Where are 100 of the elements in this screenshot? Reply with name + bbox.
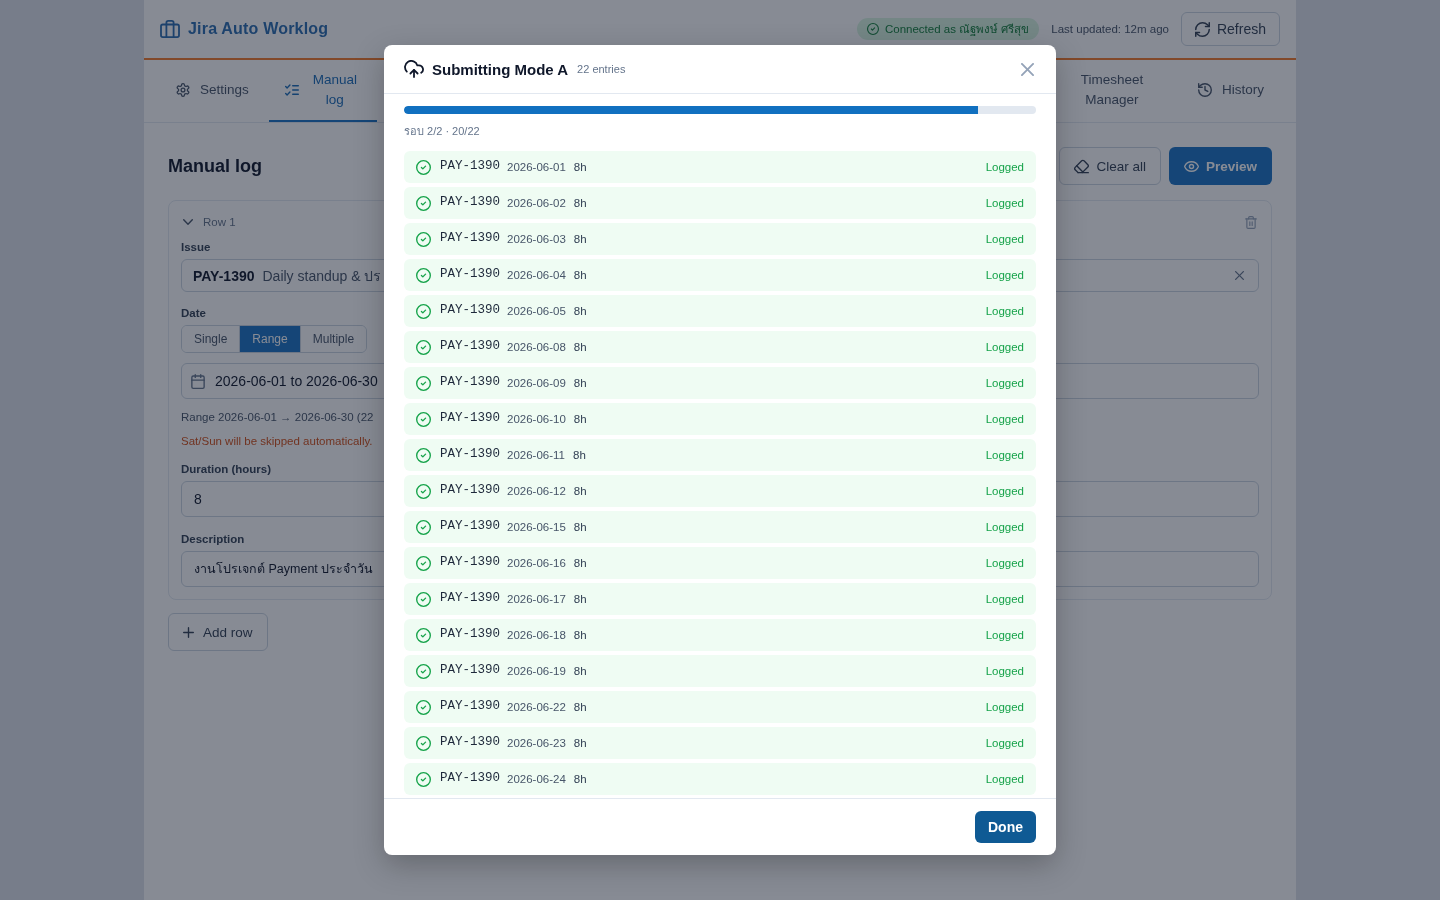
range-hint: Range 2026-06-01 → 2026-06-30 (22 bbox=[181, 410, 374, 424]
entry-hours: 8h bbox=[573, 269, 587, 281]
entry-issue-key: PAY-1390 bbox=[440, 159, 500, 173]
entry-issue-key: PAY-1390 bbox=[440, 519, 500, 533]
entry-hours: 8h bbox=[573, 197, 587, 209]
entry-status: Logged bbox=[985, 737, 1024, 749]
entry-hours: 8h bbox=[573, 485, 587, 497]
entry-date: 2026-06-10 bbox=[507, 413, 566, 425]
field-label: Duration (hours) bbox=[181, 462, 272, 476]
entry-status: Logged bbox=[985, 305, 1024, 317]
nav-tab[interactable]: History bbox=[1182, 60, 1280, 122]
field-label: Description bbox=[181, 532, 245, 546]
delete-row-button[interactable] bbox=[1245, 215, 1257, 229]
entry-hours: 8h bbox=[573, 161, 587, 173]
entry-issue-key: PAY-1390 bbox=[440, 303, 500, 317]
entry-date: 2026-06-24 bbox=[507, 773, 566, 785]
field-label: Issue bbox=[181, 240, 211, 254]
entry-hours: 8h bbox=[573, 449, 586, 461]
entry-status: Logged bbox=[985, 701, 1024, 713]
refresh-button[interactable]: Refresh bbox=[1180, 12, 1280, 46]
date-range-value: 2026-06-01 to 2026-06-30 bbox=[215, 373, 378, 389]
date-mode-option[interactable]: Multiple bbox=[299, 326, 367, 352]
eraser-icon bbox=[1074, 158, 1090, 174]
done-button[interactable]: Done bbox=[975, 811, 1036, 843]
clear-all-button[interactable]: Clear all bbox=[1059, 147, 1161, 185]
entry-date: 2026-06-02 bbox=[507, 197, 566, 209]
entry-hours: 8h bbox=[573, 737, 587, 749]
entry-hours: 8h bbox=[573, 557, 587, 569]
entry-hours: 8h bbox=[573, 593, 587, 605]
entry-status: Logged bbox=[985, 593, 1024, 605]
date-mode-option[interactable]: Range bbox=[239, 326, 300, 352]
last-updated-text: Last updated: 12m ago bbox=[1051, 23, 1169, 35]
progress-caption: รอบ 2/2 · 20/22 bbox=[404, 124, 480, 139]
entry-hours: 8h bbox=[573, 773, 587, 785]
nav-tab[interactable]: Manual log bbox=[268, 60, 377, 122]
entry-status: Logged bbox=[985, 449, 1024, 461]
entry-hours: 8h bbox=[573, 629, 587, 641]
entry-status: Logged bbox=[985, 197, 1024, 209]
entry-issue-key: PAY-1390 bbox=[440, 195, 500, 209]
entry-issue-key: PAY-1390 bbox=[440, 411, 500, 425]
entry-status: Logged bbox=[985, 629, 1024, 641]
entry-date: 2026-06-19 bbox=[507, 665, 566, 677]
plus-icon bbox=[183, 626, 194, 638]
entry-issue-key: PAY-1390 bbox=[440, 771, 500, 785]
entry-hours: 8h bbox=[573, 521, 587, 533]
weekend-note: Sat/Sun will be skipped automatically. bbox=[181, 434, 373, 448]
entry-date: 2026-06-04 bbox=[507, 269, 566, 281]
entry-status: Logged bbox=[985, 773, 1024, 785]
eye-icon bbox=[1183, 158, 1199, 174]
app-title: Jira Auto Worklog bbox=[188, 20, 329, 38]
chevron-icon bbox=[183, 219, 193, 225]
entry-date: 2026-06-12 bbox=[507, 485, 566, 497]
entry-date: 2026-06-09 bbox=[507, 377, 566, 389]
close-button[interactable] bbox=[1019, 60, 1036, 78]
entry-date: 2026-06-15 bbox=[507, 521, 566, 533]
entry-status: Logged bbox=[985, 341, 1024, 353]
add-row-button[interactable]: Add row bbox=[168, 613, 268, 651]
entry-date: 2026-06-16 bbox=[507, 557, 566, 569]
entry-issue-key: PAY-1390 bbox=[440, 447, 500, 461]
nav-tab[interactable]: Settings bbox=[160, 60, 265, 122]
cloud-upload-icon bbox=[404, 60, 424, 78]
entry-issue-key: PAY-1390 bbox=[440, 627, 500, 641]
issue-key: PAY-1390 bbox=[193, 267, 255, 284]
briefcase-icon bbox=[160, 20, 180, 38]
entry-status: Logged bbox=[985, 557, 1024, 569]
entry-status: Logged bbox=[985, 413, 1024, 425]
preview-button[interactable]: Preview bbox=[1168, 147, 1272, 185]
entry-status: Logged bbox=[985, 233, 1024, 245]
entry-issue-key: PAY-1390 bbox=[440, 555, 500, 569]
checklist-icon bbox=[284, 83, 299, 97]
entry-date: 2026-06-22 bbox=[507, 701, 566, 713]
entry-date: 2026-06-03 bbox=[507, 233, 566, 245]
nav-tab[interactable]: Timesheet Manager bbox=[1064, 60, 1160, 122]
field-label: Date bbox=[181, 306, 206, 320]
entry-status: Logged bbox=[985, 521, 1024, 533]
issue-summary: Daily standup & ปร bbox=[262, 266, 382, 286]
entry-date: 2026-06-01 bbox=[507, 161, 566, 173]
check-circle-icon bbox=[866, 23, 879, 35]
trash-icon bbox=[1245, 215, 1257, 229]
entry-date: 2026-06-11 bbox=[507, 449, 565, 461]
row-toggle[interactable]: Row 1 bbox=[181, 216, 236, 228]
entry-hours: 8h bbox=[573, 233, 587, 245]
entry-issue-key: PAY-1390 bbox=[440, 231, 500, 245]
entry-issue-key: PAY-1390 bbox=[440, 735, 500, 749]
entry-hours: 8h bbox=[573, 701, 587, 713]
entry-issue-key: PAY-1390 bbox=[440, 483, 500, 497]
entry-date: 2026-06-08 bbox=[507, 341, 566, 353]
refresh-icon bbox=[1194, 21, 1210, 37]
clear-icon[interactable] bbox=[1235, 271, 1244, 280]
dialog-title: Submitting Mode A bbox=[432, 60, 569, 78]
entry-hours: 8h bbox=[573, 413, 587, 425]
entry-status: Logged bbox=[985, 377, 1024, 389]
entry-date: 2026-06-05 bbox=[507, 305, 566, 317]
entry-issue-key: PAY-1390 bbox=[440, 267, 500, 281]
history-icon bbox=[1198, 83, 1212, 97]
entry-hours: 8h bbox=[573, 377, 587, 389]
entry-hours: 8h bbox=[573, 305, 587, 317]
entry-issue-key: PAY-1390 bbox=[440, 339, 500, 353]
entry-status: Logged bbox=[985, 665, 1024, 677]
entry-issue-key: PAY-1390 bbox=[440, 375, 500, 389]
